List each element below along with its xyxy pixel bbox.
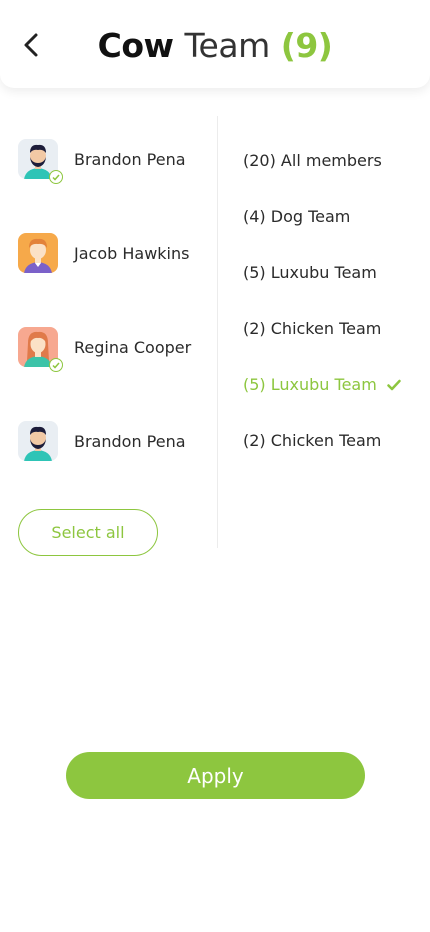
- member-name: Regina Cooper: [74, 337, 192, 357]
- team-item-chicken-team[interactable]: (2) Chicken Team: [243, 319, 381, 338]
- woman-avatar-icon: [18, 327, 63, 372]
- selected-check-icon: [49, 358, 63, 372]
- team-label: (5) Luxubu Team: [243, 375, 377, 394]
- team-item-luxubu-team-selected[interactable]: (5) Luxubu Team: [243, 375, 401, 394]
- team-label: (2) Chicken Team: [243, 319, 382, 338]
- man-orange-avatar-icon: [18, 233, 58, 273]
- checkmark-icon: [387, 379, 401, 390]
- team-item-luxubu-team[interactable]: (5) Luxubu Team: [243, 263, 377, 282]
- member-item[interactable]: Jacob Hawkins: [18, 231, 189, 275]
- team-label: (2) Chicken Team: [243, 431, 382, 450]
- team-label: (5) Luxubu Team: [243, 263, 377, 282]
- title-part1: Cow: [97, 26, 174, 65]
- title-count: (9): [280, 26, 333, 65]
- man-beard-avatar-icon: [18, 421, 58, 461]
- member-name: Jacob Hawkins: [74, 243, 190, 263]
- member-item[interactable]: Brandon Pena: [18, 419, 186, 463]
- title-part2: Team: [184, 26, 271, 65]
- team-label: (20) All members: [243, 151, 382, 170]
- team-item-all-members[interactable]: (20) All members: [243, 151, 382, 170]
- page-title: Cow Team (9): [0, 26, 430, 65]
- column-divider: [217, 116, 218, 548]
- header: Cow Team (9): [0, 0, 430, 88]
- team-label: (4) Dog Team: [243, 207, 351, 226]
- selected-check-icon: [49, 170, 63, 184]
- member-name: Brandon Pena: [74, 149, 186, 169]
- select-all-button[interactable]: Select all: [18, 509, 158, 556]
- team-item-chicken-team[interactable]: (2) Chicken Team: [243, 431, 381, 450]
- member-item[interactable]: Regina Cooper: [18, 325, 192, 372]
- team-item-dog-team[interactable]: (4) Dog Team: [243, 207, 350, 226]
- member-name: Brandon Pena: [74, 431, 186, 451]
- member-item[interactable]: Brandon Pena: [18, 137, 186, 184]
- apply-button[interactable]: Apply: [66, 752, 365, 799]
- man-beard-avatar-icon: [18, 139, 63, 184]
